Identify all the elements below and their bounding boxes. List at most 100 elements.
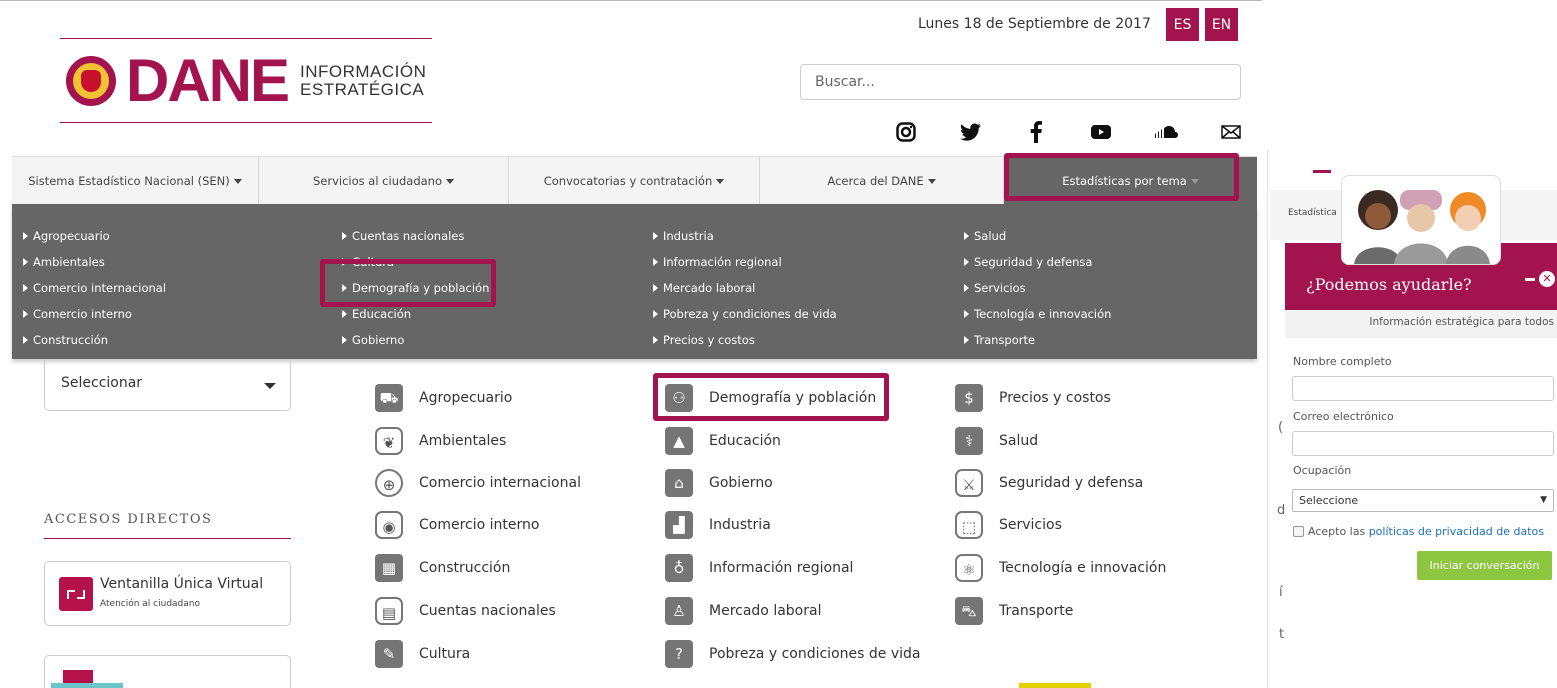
triangle-right-icon (964, 310, 969, 318)
caret-down-icon (1190, 178, 1199, 184)
ventanilla-icon (59, 577, 93, 611)
topic-ambientales[interactable]: ❦ Ambientales (375, 426, 506, 456)
logo-top-rule (60, 38, 432, 39)
nav-estadisticas-label: Estadísticas por tema (1062, 174, 1187, 188)
menu-item[interactable]: Educación (342, 301, 489, 327)
accesos-directos-heading: ACCESOS DIRECTOS (44, 512, 213, 527)
topic-construccion[interactable]: ▦ Construcción (375, 553, 510, 583)
menu-item[interactable]: Mercado laboral (653, 275, 837, 301)
menu-item[interactable]: Tecnología e innovación (964, 301, 1111, 327)
menu-item[interactable]: Gobierno (342, 327, 489, 353)
menu-item[interactable]: Información regional (653, 249, 837, 275)
menu-item[interactable]: Seguridad y defensa (964, 249, 1111, 275)
nav-convocatorias[interactable]: Convocatorias y contratación (509, 157, 760, 205)
occupation-select[interactable]: Seleccione ▼ (1292, 489, 1554, 512)
ventanilla-unica-link[interactable]: Ventanilla Única Virtual Atención al ciu… (44, 561, 291, 626)
name-field[interactable] (1292, 376, 1554, 401)
menu-item[interactable]: Transporte (964, 327, 1111, 353)
privacy-checkbox[interactable] (1293, 526, 1304, 537)
menu-item-label: Cuentas nacionales (352, 229, 465, 243)
logo-subtitle: INFORMACIÓN ESTRATÉGICA (300, 63, 426, 99)
crossed-swords-icon: ⚔ (955, 469, 983, 497)
graduation-cap-icon: ▲ (665, 427, 693, 455)
nav-estadisticas[interactable]: Estadísticas por tema (1004, 157, 1257, 205)
youtube-icon[interactable] (1089, 120, 1113, 144)
topic-comercio-internacional[interactable]: ⊕ Comercio internacional (375, 468, 581, 498)
privacy-prefix: Acepto las (1308, 525, 1369, 538)
topic-salud[interactable]: ⚕ Salud (955, 426, 1038, 456)
topic-tecnologia[interactable]: ⚛ Tecnología e innovación (955, 553, 1166, 583)
topic-mercado-laboral[interactable]: ♙ Mercado laboral (665, 596, 821, 626)
menu-item[interactable]: Cultura (342, 249, 489, 275)
lang-en-button[interactable]: EN (1205, 8, 1238, 41)
menu-item[interactable]: Comercio interno (23, 301, 166, 327)
nav-acerca[interactable]: Acerca del DANE (760, 157, 1004, 205)
logo-subtitle-line2: ESTRATÉGICA (300, 80, 425, 99)
triangle-right-icon (342, 284, 347, 292)
topic-label: Mercado laboral (709, 603, 822, 619)
topic-agropecuario[interactable]: ⛟ Agropecuario (375, 383, 512, 413)
topic-cuentas-nacionales[interactable]: ▤ Cuentas nacionales (375, 596, 556, 626)
topic-cultura[interactable]: ✎ Cultura (375, 639, 470, 669)
menu-item[interactable]: Cuentas nacionales (342, 223, 489, 249)
menu-item-label: Tecnología e innovación (974, 307, 1112, 321)
topic-label: Pobreza y condiciones de vida (709, 646, 921, 662)
triangle-right-icon (653, 258, 658, 266)
topic-label: Ambientales (419, 433, 507, 449)
menu-item-label: Servicios (974, 281, 1026, 295)
twitter-icon[interactable] (959, 120, 983, 144)
triangle-right-icon (23, 284, 28, 292)
triangle-right-icon (964, 258, 969, 266)
triangle-right-icon (23, 310, 28, 318)
menu-item[interactable]: Servicios (964, 275, 1111, 301)
topic-informacion-regional[interactable]: ♁ Información regional (665, 553, 853, 583)
ventanilla-subtitle: Atención al ciudadano (100, 599, 200, 609)
factory-icon: ▟ (665, 511, 693, 539)
topic-pobreza[interactable]: ? Pobreza y condiciones de vida (665, 639, 920, 669)
start-chat-button[interactable]: Iniciar conversación (1417, 551, 1552, 580)
menu-item[interactable]: Precios y costos (653, 327, 837, 353)
current-date: Lunes 18 de Septiembre de 2017 (918, 16, 1151, 32)
menu-item[interactable]: Pobreza y condiciones de vida (653, 301, 837, 327)
mail-icon[interactable] (1219, 120, 1243, 144)
coins-icon: $ (955, 384, 983, 412)
menu-item-label: Información regional (663, 255, 782, 269)
menu-item-demografia[interactable]: Demografía y población (342, 275, 489, 301)
calculator-icon: ▤ (375, 597, 403, 625)
menu-item[interactable]: Industria (653, 223, 837, 249)
menu-item[interactable]: Salud (964, 223, 1111, 249)
topic-industria[interactable]: ▟ Industria (665, 510, 771, 540)
topic-precios[interactable]: $ Precios y costos (955, 383, 1111, 413)
nav-servicios[interactable]: Servicios al ciudadano (259, 157, 509, 205)
topic-comercio-interno[interactable]: ◉ Comercio interno (375, 510, 539, 540)
menu-item[interactable]: Construcción (23, 327, 166, 353)
dane-logo[interactable]: DANE INFORMACIÓN ESTRATÉGICA (66, 51, 426, 111)
dropdown-col-2: Cuentas nacionales Cultura Demografía y … (342, 223, 489, 353)
nav-sen[interactable]: Sistema Estadístico Nacional (SEN) (12, 157, 259, 205)
category-select[interactable]: Seleccionar (44, 360, 291, 411)
facebook-icon[interactable] (1024, 120, 1048, 144)
search-input[interactable] (800, 64, 1241, 100)
privacy-policy-link[interactable]: políticas de privacidad de datos (1369, 525, 1544, 538)
close-icon[interactable]: ✕ (1539, 271, 1555, 287)
menu-item[interactable]: Comercio internacional (23, 275, 166, 301)
menu-item[interactable]: Ambientales (23, 249, 166, 275)
topic-label: Industria (709, 517, 771, 533)
minimize-icon[interactable] (1525, 278, 1535, 281)
instagram-icon[interactable] (894, 120, 918, 144)
topic-seguridad[interactable]: ⚔ Seguridad y defensa (955, 468, 1143, 498)
topic-demografia[interactable]: ⚇ Demografía y población (665, 383, 876, 413)
menu-item[interactable]: Agropecuario (23, 223, 166, 249)
menu-item-label: Pobreza y condiciones de vida (663, 307, 837, 321)
topic-transporte[interactable]: ⛍ Transporte (955, 596, 1073, 626)
email-field[interactable] (1292, 431, 1554, 456)
topic-educacion[interactable]: ▲ Educación (665, 426, 781, 456)
bottom-accent-yellow (1019, 683, 1091, 688)
menu-item-label: Cultura (352, 255, 395, 269)
bricks-icon: ▦ (375, 554, 403, 582)
lang-es-button[interactable]: ES (1166, 8, 1199, 41)
nav-sen-label: Sistema Estadístico Nacional (SEN) (28, 174, 230, 188)
topic-gobierno[interactable]: ⌂ Gobierno (665, 468, 773, 498)
soundcloud-icon[interactable] (1154, 120, 1178, 144)
topic-servicios[interactable]: ⬚ Servicios (955, 510, 1062, 540)
